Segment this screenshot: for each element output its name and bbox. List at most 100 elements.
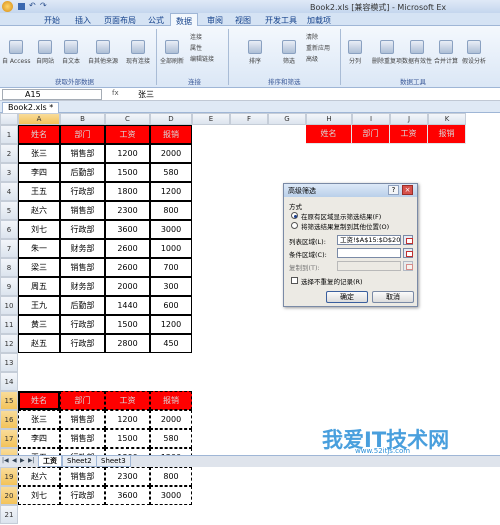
spreadsheet-grid[interactable]: ABCDEFGHIJK 1234567891011121314151617181… — [0, 113, 500, 524]
row-header[interactable]: 21 — [0, 505, 18, 524]
table-cell[interactable]: 1500 — [105, 163, 150, 182]
table-cell[interactable]: 销售部 — [60, 258, 105, 277]
row-header[interactable]: 4 — [0, 182, 18, 201]
tab-developer[interactable]: 开发工具 — [265, 15, 297, 26]
table-cell[interactable]: 张三 — [18, 144, 60, 163]
table-cell[interactable]: 300 — [150, 277, 192, 296]
properties-button[interactable]: 属性 — [190, 43, 202, 52]
from-access-button[interactable]: 自 Access — [2, 40, 30, 65]
cancel-button[interactable]: 取消 — [372, 291, 414, 303]
filter-button[interactable]: 筛选 — [282, 40, 296, 65]
data-validation-button[interactable]: 数据有效性 — [402, 40, 432, 65]
row-header[interactable]: 2 — [0, 144, 18, 163]
sheet-tab-sheet3[interactable]: Sheet3 — [96, 456, 131, 467]
table-cell[interactable]: 王五 — [18, 182, 60, 201]
table-cell[interactable]: 行政部 — [60, 182, 105, 201]
refresh-all-button[interactable]: 全部刷新 — [160, 40, 184, 65]
table-header-cell[interactable]: 工资 — [105, 125, 150, 144]
table-header-cell[interactable]: 部门 — [60, 391, 105, 410]
connections-button[interactable]: 连接 — [190, 32, 202, 41]
row-header[interactable]: 3 — [0, 163, 18, 182]
table-cell[interactable]: 行政部 — [60, 315, 105, 334]
table-cell[interactable]: 2300 — [105, 201, 150, 220]
row-header[interactable]: 1 — [0, 125, 18, 144]
from-web-button[interactable]: 自网站 — [36, 40, 54, 65]
first-sheet-icon[interactable]: |◀ — [2, 457, 9, 464]
table-cell[interactable]: 1200 — [150, 182, 192, 201]
name-box[interactable]: A15 — [2, 89, 102, 100]
table-cell[interactable]: 1000 — [150, 239, 192, 258]
option-in-place-radio[interactable] — [291, 212, 298, 219]
table-cell[interactable]: 后勤部 — [60, 163, 105, 182]
tab-formulas[interactable]: 公式 — [148, 15, 164, 26]
row-header[interactable]: 16 — [0, 410, 18, 429]
table-cell[interactable]: 600 — [150, 296, 192, 315]
table-cell[interactable]: 800 — [150, 201, 192, 220]
row-header[interactable]: 12 — [0, 334, 18, 353]
table-cell[interactable]: 2300 — [105, 467, 150, 486]
table-cell[interactable]: 3600 — [105, 486, 150, 505]
table-header-cell[interactable]: 报销 — [150, 125, 192, 144]
table-cell[interactable]: 销售部 — [60, 144, 105, 163]
table-cell[interactable]: 刘七 — [18, 486, 60, 505]
table-header-cell[interactable]: 报销 — [150, 391, 192, 410]
table-cell[interactable]: 2000 — [150, 410, 192, 429]
help-button[interactable]: ? — [388, 185, 399, 195]
table-cell[interactable]: 赵五 — [18, 334, 60, 353]
table-cell[interactable]: 1440 — [105, 296, 150, 315]
column-header[interactable]: G — [268, 113, 306, 125]
table-cell[interactable]: 3600 — [105, 220, 150, 239]
copy-to-input[interactable] — [337, 261, 401, 271]
criteria-header-cell[interactable]: 报销 — [428, 125, 466, 144]
sheet-tab-salary[interactable]: 工资 — [38, 456, 62, 467]
row-header[interactable]: 19 — [0, 467, 18, 486]
table-cell[interactable]: 2600 — [105, 258, 150, 277]
criteria-header-cell[interactable]: 部门 — [352, 125, 390, 144]
column-header[interactable]: D — [150, 113, 192, 125]
tab-data[interactable]: 数据 — [170, 13, 198, 26]
table-cell[interactable]: 赵六 — [18, 467, 60, 486]
reapply-button[interactable]: 重新应用 — [306, 43, 330, 52]
row-header[interactable]: 17 — [0, 429, 18, 448]
select-all-corner[interactable] — [0, 113, 18, 125]
table-cell[interactable]: 销售部 — [60, 201, 105, 220]
table-cell[interactable]: 580 — [150, 429, 192, 448]
table-cell[interactable]: 700 — [150, 258, 192, 277]
from-text-button[interactable]: 自文本 — [62, 40, 80, 65]
table-cell[interactable]: 1200 — [105, 410, 150, 429]
table-cell[interactable]: 李四 — [18, 429, 60, 448]
table-header-cell[interactable]: 部门 — [60, 125, 105, 144]
table-cell[interactable]: 张三 — [18, 410, 60, 429]
table-cell[interactable]: 800 — [150, 467, 192, 486]
table-cell[interactable]: 后勤部 — [60, 296, 105, 315]
table-cell[interactable]: 1500 — [105, 315, 150, 334]
table-cell[interactable]: 580 — [150, 163, 192, 182]
table-cell[interactable]: 王九 — [18, 296, 60, 315]
tab-insert[interactable]: 插入 — [75, 15, 91, 26]
next-sheet-icon[interactable]: ▶ — [20, 457, 25, 464]
text-to-columns-button[interactable]: 分列 — [348, 40, 362, 65]
table-cell[interactable]: 2800 — [105, 334, 150, 353]
table-cell[interactable]: 450 — [150, 334, 192, 353]
unique-records-checkbox[interactable] — [291, 277, 298, 284]
tab-page-layout[interactable]: 页面布局 — [104, 15, 136, 26]
table-cell[interactable]: 2000 — [105, 277, 150, 296]
table-cell[interactable]: 1800 — [105, 182, 150, 201]
from-other-sources-button[interactable]: 自其他来源 — [88, 40, 118, 65]
table-cell[interactable]: 朱一 — [18, 239, 60, 258]
table-cell[interactable]: 财务部 — [60, 277, 105, 296]
criteria-range-input[interactable] — [337, 248, 401, 258]
table-cell[interactable]: 3000 — [150, 486, 192, 505]
close-button[interactable]: × — [402, 185, 413, 195]
consolidate-button[interactable]: 合并计算 — [434, 40, 458, 65]
what-if-analysis-button[interactable]: 假设分析 — [462, 40, 486, 65]
existing-connections-button[interactable]: 现有连接 — [126, 40, 150, 65]
table-cell[interactable]: 3000 — [150, 220, 192, 239]
clear-button[interactable]: 清除 — [306, 32, 318, 41]
save-icon[interactable] — [18, 3, 25, 10]
sheet-tab-sheet2[interactable]: Sheet2 — [62, 456, 97, 467]
table-cell[interactable]: 刘七 — [18, 220, 60, 239]
column-header[interactable]: F — [230, 113, 268, 125]
row-header[interactable]: 8 — [0, 258, 18, 277]
table-cell[interactable]: 销售部 — [60, 429, 105, 448]
